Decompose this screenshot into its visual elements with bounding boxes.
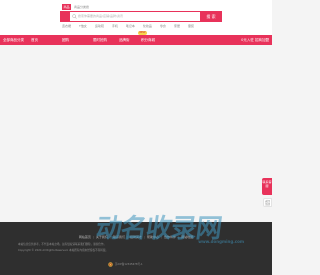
icp-record-text: 苏ICP备12345678号-1 — [115, 263, 143, 266]
search-input[interactable]: 搜索你需要的商品/店铺/品牌/资讯 — [78, 12, 123, 21]
main-nav: 全部商品分类 首页 团购 限时抢购 品牌街 积分商城 0元入驻 招商加盟 — [0, 35, 272, 45]
back-to-top-tab[interactable]: 返回顶部 — [263, 198, 272, 207]
nav-item-brands[interactable]: 品牌街 — [119, 35, 130, 45]
hot-word-link[interactable]: 笔记本 — [126, 24, 135, 29]
hot-word-link[interactable]: 连衣裙 — [62, 24, 71, 29]
hot-word-link[interactable]: 家居 — [174, 24, 180, 29]
search-tab-products[interactable]: 商品 — [62, 4, 71, 10]
watermark-domain: www.dongming.com — [198, 239, 244, 244]
hot-words-list: 连衣裙 T恤女 运动鞋 手机 笔记本 化妆品 零食 家居 童装 — [62, 24, 194, 29]
icp-record[interactable]: 苏ICP备12345678号-1 — [108, 261, 143, 267]
nav-item-flash-sale[interactable]: 限时抢购 — [93, 35, 107, 45]
customer-service-tab[interactable]: 联系客服 — [262, 178, 272, 195]
site-header: 商品 商品分类搜 搜索你需要的商品/店铺/品牌/资讯 搜 索 连衣裙 T恤女 运… — [0, 0, 272, 35]
police-emblem-icon — [108, 261, 113, 267]
nav-item-points-mall[interactable]: 积分商城 — [141, 35, 155, 45]
footer-link[interactable]: 网站首页 — [79, 235, 91, 240]
nav-item-home[interactable]: 首页 — [31, 35, 38, 45]
search-category-select[interactable] — [61, 12, 70, 21]
merchant-join-link[interactable]: 0元入驻 招商加盟 — [241, 35, 269, 45]
hot-word-link[interactable]: T恤女 — [79, 24, 87, 29]
search-box: 搜索你需要的商品/店铺/品牌/资讯 — [60, 11, 222, 22]
watermark-logo: 动 名 收 录 网 www.dongming.com — [94, 208, 256, 250]
page: 商品 商品分类搜 搜索你需要的商品/店铺/品牌/资讯 搜 索 连衣裙 T恤女 运… — [0, 0, 272, 275]
hot-word-link[interactable]: 化妆品 — [143, 24, 152, 29]
search-icon — [72, 14, 77, 19]
hot-word-link[interactable]: 运动鞋 — [95, 24, 104, 29]
hot-word-link[interactable]: 零食 — [160, 24, 166, 29]
nav-item-all-categories[interactable]: 全部商品分类 — [3, 35, 24, 45]
hot-word-link[interactable]: 手机 — [112, 24, 118, 29]
nav-item-group-buy[interactable]: 团购 — [62, 35, 69, 45]
search-tab-category[interactable]: 商品分类搜 — [74, 4, 89, 10]
search-button[interactable]: 搜 索 — [200, 11, 222, 22]
hot-word-link[interactable]: 童装 — [188, 24, 194, 29]
